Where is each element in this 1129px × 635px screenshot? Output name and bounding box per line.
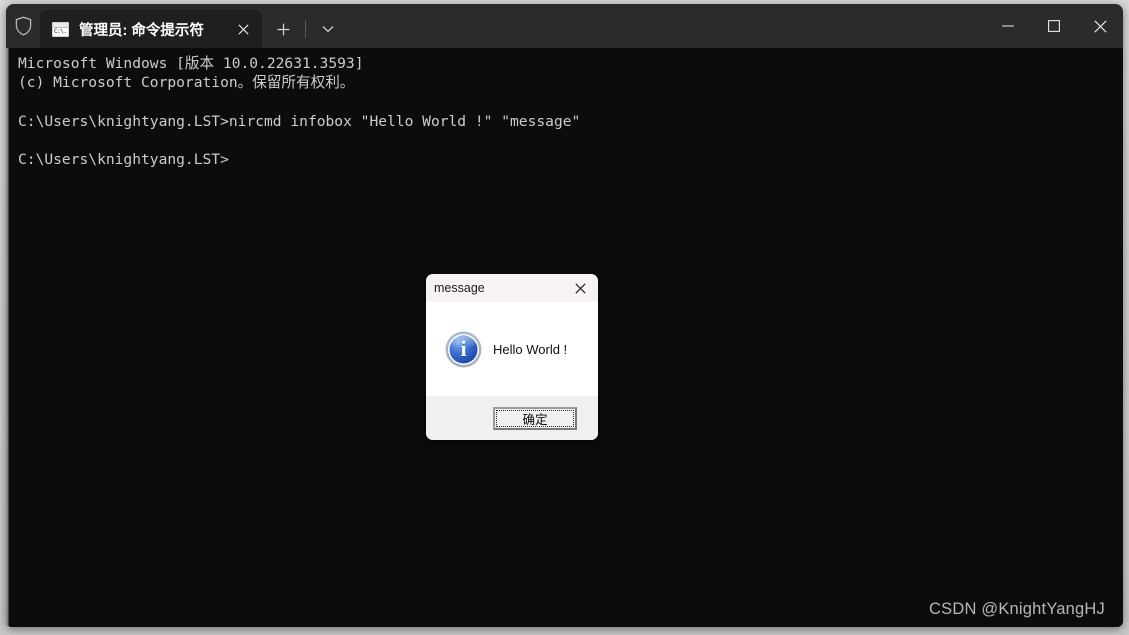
info-icon: i xyxy=(448,333,479,365)
titlebar: C:\. 管理员: 命令提示符 xyxy=(6,4,1123,48)
dialog-button-bar: 确定 xyxy=(426,396,598,440)
command-prompt-icon: C:\. xyxy=(52,21,69,37)
screen: C:\. 管理员: 命令提示符 Microsoft Windows [版本 10… xyxy=(0,0,1129,635)
tab-dropdown-chevron-down-icon[interactable] xyxy=(313,15,343,43)
dialog-titlebar: message xyxy=(426,274,598,302)
tab-close-icon[interactable] xyxy=(228,15,258,43)
terminal-window: C:\. 管理员: 命令提示符 Microsoft Windows [版本 10… xyxy=(6,4,1123,627)
terminal-output: Microsoft Windows [版本 10.0.22631.3593] (… xyxy=(18,55,581,169)
tab-command-prompt[interactable]: C:\. 管理员: 命令提示符 xyxy=(40,10,262,48)
tabbar-actions xyxy=(262,10,343,48)
ok-button[interactable]: 确定 xyxy=(493,406,577,430)
command-prompt-icon-text: C:\. xyxy=(54,27,67,35)
admin-shield-icon xyxy=(6,4,40,48)
tab-title: 管理员: 命令提示符 xyxy=(79,22,204,39)
window-controls xyxy=(985,4,1123,48)
new-tab-icon[interactable] xyxy=(268,15,298,43)
terminal-body[interactable]: Microsoft Windows [版本 10.0.22631.3593] (… xyxy=(6,48,1123,627)
terminal-left-edge xyxy=(6,48,9,627)
dialog-message-text: Hello World ! xyxy=(493,341,568,357)
maximize-icon[interactable] xyxy=(1031,4,1077,48)
dialog-title: message xyxy=(434,281,485,295)
window-close-icon[interactable] xyxy=(1077,4,1123,48)
info-icon-glyph: i xyxy=(460,335,467,361)
watermark: CSDN @KnightYangHJ xyxy=(929,600,1105,618)
dialog-content: i Hello World ! xyxy=(426,302,598,396)
ok-button-label: 确定 xyxy=(522,412,548,427)
message-dialog[interactable]: message i Hello World ! 确定 xyxy=(426,274,598,440)
dialog-close-icon[interactable] xyxy=(566,274,594,302)
tabbar-divider xyxy=(305,20,306,38)
minimize-icon[interactable] xyxy=(985,4,1031,48)
